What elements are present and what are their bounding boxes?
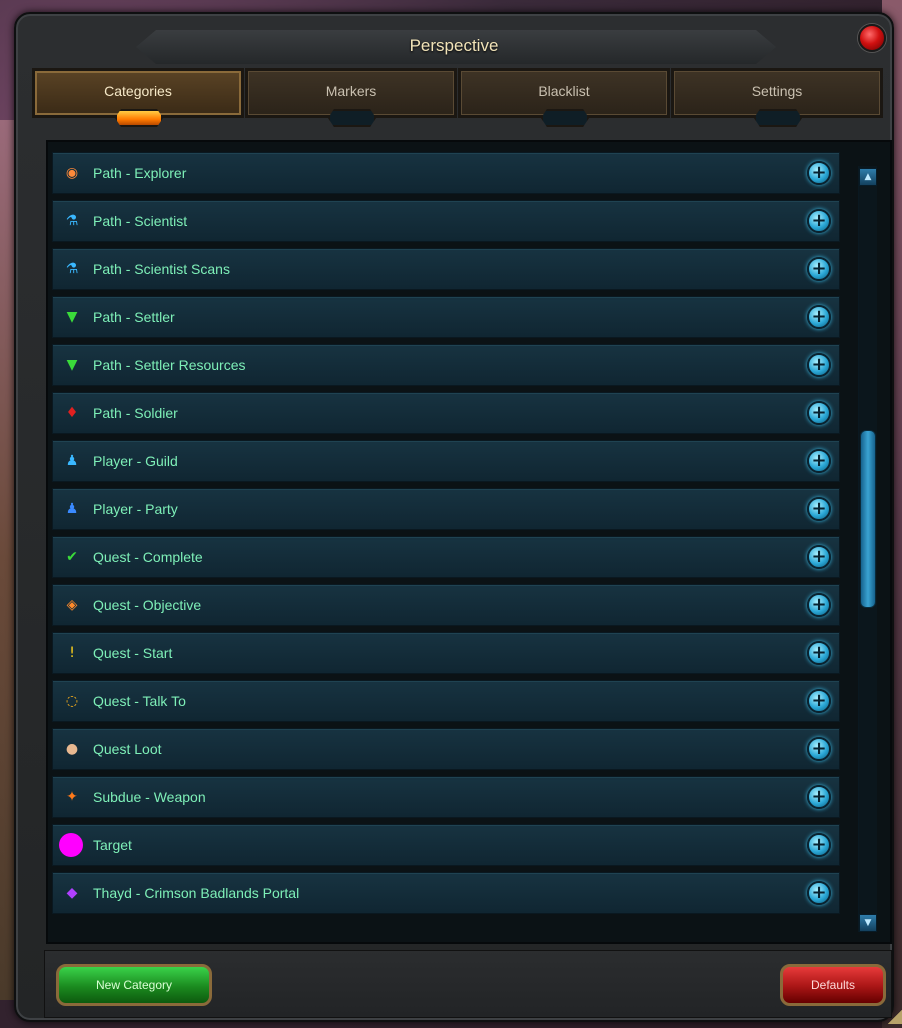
add-plus-icon[interactable]: + <box>807 881 831 905</box>
party-icon: ♟ <box>65 501 79 517</box>
list-item[interactable]: Target + <box>52 824 840 866</box>
add-plus-icon[interactable]: + <box>807 833 831 857</box>
explorer-icon: ◉ <box>65 165 79 181</box>
list-item[interactable]: ✦ Subdue - Weapon + <box>52 776 840 818</box>
list-item-label: Subdue - Weapon <box>93 789 206 805</box>
speech-bubble-icon: ◌ <box>65 693 79 709</box>
list-item-label: Path - Scientist <box>93 213 188 229</box>
list-item-label: Thayd - Crimson Badlands Portal <box>93 885 300 901</box>
list-item[interactable]: ⚗ Path - Scientist + <box>52 200 840 242</box>
tab-label: Markers <box>325 83 377 99</box>
list-item[interactable]: ◌ Quest - Talk To + <box>52 680 840 722</box>
checkmark-icon: ✔ <box>66 549 78 565</box>
list-item[interactable]: ♟ Player - Guild + <box>52 440 840 482</box>
tab-indicator <box>328 109 376 127</box>
scrollbar-thumb[interactable] <box>860 430 876 608</box>
list-item-label: Path - Settler Resources <box>93 357 246 373</box>
new-category-button[interactable]: New Category <box>56 964 212 1006</box>
target-dot-icon <box>59 833 83 857</box>
list-item-label: Quest - Talk To <box>93 693 186 709</box>
add-plus-icon[interactable]: + <box>807 209 831 233</box>
list-item[interactable]: ! Quest - Start + <box>52 632 840 674</box>
guild-icon: ♟ <box>65 453 79 469</box>
add-plus-icon[interactable]: + <box>807 257 831 281</box>
list-item-label: Quest - Objective <box>93 597 202 613</box>
window-title: Perspective <box>409 36 499 55</box>
list-item[interactable]: ▼ Path - Settler + <box>52 296 840 338</box>
list-item-label: Path - Soldier <box>93 405 178 421</box>
tab-label: Blacklist <box>538 83 590 99</box>
add-plus-icon[interactable]: + <box>807 401 831 425</box>
defaults-button[interactable]: Defaults <box>780 964 886 1006</box>
list-item-label: Player - Guild <box>93 453 178 469</box>
scroll-up-arrow-icon[interactable]: ▲ <box>859 168 877 186</box>
exclamation-icon: ! <box>69 645 75 661</box>
list-item[interactable]: ◈ Quest - Objective + <box>52 584 840 626</box>
list-item-label: Path - Settler <box>93 309 175 325</box>
tab-blacklist[interactable]: Blacklist <box>458 68 670 118</box>
tab-indicator <box>754 109 802 127</box>
list-item[interactable]: ◉ Path - Explorer + <box>52 152 840 194</box>
list-item-label: Target <box>93 837 132 853</box>
add-plus-icon[interactable]: + <box>807 497 831 521</box>
tab-settings[interactable]: Settings <box>671 68 883 118</box>
list-item[interactable]: ✔ Quest - Complete + <box>52 536 840 578</box>
list-item-label: Path - Scientist Scans <box>93 261 230 277</box>
list-item[interactable]: ● Quest Loot + <box>52 728 840 770</box>
tab-markers[interactable]: Markers <box>245 68 457 118</box>
add-plus-icon[interactable]: + <box>807 449 831 473</box>
tab-label: Categories <box>104 83 172 99</box>
tab-indicator <box>541 109 589 127</box>
category-list: ◉ Path - Explorer + ⚗ Path - Scientist + ⚗ Path… <box>46 140 892 944</box>
perspective-window: Perspective Categories Markers Blacklist… <box>14 12 902 1024</box>
settler-resources-icon: ▼ <box>66 357 78 373</box>
tab-bar: Categories Markers Blacklist Settings <box>32 68 883 126</box>
scientist-scan-icon: ⚗ <box>65 261 79 277</box>
list-item[interactable]: ◆ Thayd - Crimson Badlands Portal + <box>52 872 840 914</box>
list-item[interactable]: ⚗ Path - Scientist Scans + <box>52 248 840 290</box>
list-item-label: Path - Explorer <box>93 165 187 181</box>
close-button[interactable] <box>858 24 886 52</box>
add-plus-icon[interactable]: + <box>807 641 831 665</box>
scroll-down-arrow-icon[interactable]: ▼ <box>859 914 877 932</box>
resize-grip-icon[interactable] <box>888 1004 902 1024</box>
add-plus-icon[interactable]: + <box>807 737 831 761</box>
objective-icon: ◈ <box>66 597 78 613</box>
add-plus-icon[interactable]: + <box>807 689 831 713</box>
add-plus-icon[interactable]: + <box>807 161 831 185</box>
add-plus-icon[interactable]: + <box>807 545 831 569</box>
list-item-label: Quest - Complete <box>93 549 203 565</box>
list-item-label: Quest Loot <box>93 741 162 757</box>
scientist-icon: ⚗ <box>65 213 79 229</box>
add-plus-icon[interactable]: + <box>807 593 831 617</box>
list-item[interactable]: ♦ Path - Soldier + <box>52 392 840 434</box>
add-plus-icon[interactable]: + <box>807 305 831 329</box>
list-item[interactable]: ♟ Player - Party + <box>52 488 840 530</box>
add-plus-icon[interactable]: + <box>807 353 831 377</box>
settler-icon: ▼ <box>66 309 78 325</box>
loot-bag-icon: ● <box>65 741 79 757</box>
list-item[interactable]: ▼ Path - Settler Resources + <box>52 344 840 386</box>
list-item-label: Quest - Start <box>93 645 173 661</box>
tab-label: Settings <box>751 83 803 99</box>
add-plus-icon[interactable]: + <box>807 785 831 809</box>
portal-icon: ◆ <box>66 885 78 901</box>
tab-indicator-active <box>115 109 163 127</box>
soldier-icon: ♦ <box>65 405 79 421</box>
list-item-label: Player - Party <box>93 501 178 517</box>
weapon-icon: ✦ <box>66 789 78 805</box>
tab-categories[interactable]: Categories <box>32 68 244 118</box>
